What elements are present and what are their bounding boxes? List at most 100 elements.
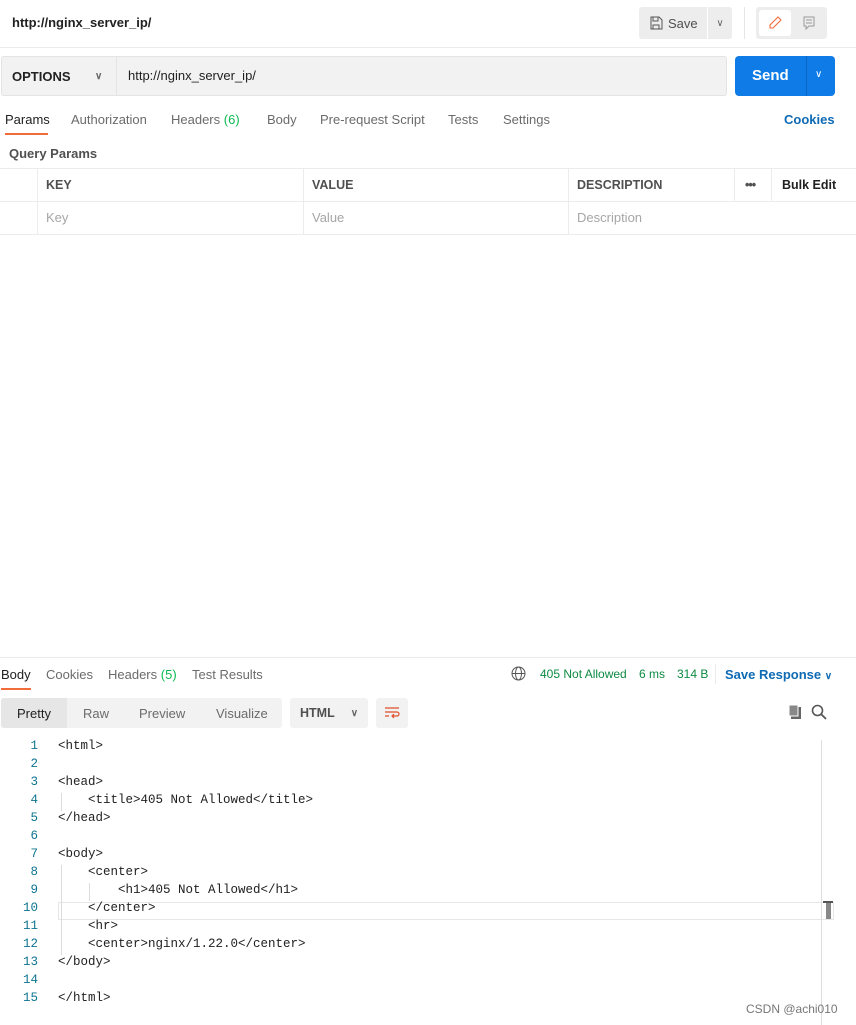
code-line: <center> bbox=[58, 865, 149, 879]
divider bbox=[37, 168, 38, 234]
comment-icon bbox=[803, 16, 815, 30]
bulk-edit-button[interactable]: Bulk Edit bbox=[782, 178, 836, 192]
tab-label: Headers bbox=[108, 667, 158, 682]
tab-body[interactable]: Body bbox=[267, 112, 297, 127]
code-line: </html> bbox=[58, 991, 111, 1005]
headers-count: (5) bbox=[160, 667, 177, 682]
line-number: 3 bbox=[30, 775, 38, 789]
tab-params[interactable]: Params bbox=[5, 112, 50, 127]
line-number: 7 bbox=[30, 847, 38, 861]
chevron-down-icon: ∨ bbox=[350, 707, 359, 719]
tab-authorization[interactable]: Authorization bbox=[71, 112, 147, 127]
send-label: Send bbox=[752, 67, 789, 84]
line-number: 2 bbox=[30, 757, 38, 771]
code-line: <body> bbox=[58, 847, 104, 861]
line-number: 5 bbox=[30, 811, 38, 825]
view-visualize[interactable]: Visualize bbox=[216, 706, 268, 721]
tab-pre-request-script[interactable]: Pre-request Script bbox=[320, 112, 425, 127]
status-code[interactable]: 405 Not Allowed bbox=[540, 667, 627, 681]
code-line: </head> bbox=[58, 811, 111, 825]
divider bbox=[0, 201, 856, 202]
active-tab-indicator bbox=[1, 688, 31, 690]
edit-mode-button[interactable] bbox=[759, 10, 791, 36]
response-tab-cookies[interactable]: Cookies bbox=[46, 667, 93, 682]
code-line: <title>405 Not Allowed</title> bbox=[58, 793, 314, 807]
divider bbox=[715, 664, 716, 684]
code-line: <head> bbox=[58, 775, 104, 789]
tab-headers[interactable]: Headers (6) bbox=[171, 112, 240, 127]
line-number: 10 bbox=[22, 901, 38, 915]
watermark: CSDN @achi010 bbox=[746, 1002, 838, 1016]
divider bbox=[734, 168, 735, 201]
save-button[interactable]: Save bbox=[639, 7, 707, 39]
line-number: 13 bbox=[22, 955, 38, 969]
line-number: 1 bbox=[30, 739, 38, 753]
save-icon bbox=[650, 16, 663, 30]
divider bbox=[744, 7, 745, 39]
chevron-down-icon: ∨ bbox=[716, 17, 724, 29]
response-size[interactable]: 314 B bbox=[677, 667, 708, 681]
cookies-link[interactable]: Cookies bbox=[784, 112, 835, 127]
save-label: Save bbox=[668, 15, 698, 31]
wrap-lines-button[interactable] bbox=[376, 698, 408, 728]
search-icon[interactable] bbox=[811, 704, 827, 720]
divider bbox=[0, 47, 856, 48]
code-line: <hr> bbox=[58, 919, 119, 933]
code-line: <center>nginx/1.22.0</center> bbox=[58, 937, 306, 951]
column-description: DESCRIPTION bbox=[577, 178, 663, 192]
column-value: VALUE bbox=[312, 178, 354, 192]
headers-count: (6) bbox=[223, 112, 240, 127]
format-select[interactable]: HTML ∨ bbox=[290, 698, 368, 728]
response-tab-body[interactable]: Body bbox=[1, 667, 31, 682]
method-select[interactable]: OPTIONS ∨ bbox=[1, 56, 117, 96]
save-response-label: Save Response bbox=[725, 667, 822, 682]
save-response-button[interactable]: Save Response ∨ bbox=[725, 667, 832, 682]
request-title[interactable]: http://nginx_server_ip/ bbox=[12, 15, 151, 30]
line-number: 14 bbox=[22, 973, 38, 987]
url-input[interactable]: http://nginx_server_ip/ bbox=[128, 68, 256, 83]
key-input[interactable]: Key bbox=[46, 210, 68, 225]
line-number: 4 bbox=[30, 793, 38, 807]
pencil-icon bbox=[769, 16, 782, 29]
comments-button[interactable] bbox=[795, 10, 823, 36]
globe-icon[interactable] bbox=[511, 666, 526, 681]
line-number: 9 bbox=[30, 883, 38, 897]
line-number: 12 bbox=[22, 937, 38, 951]
tab-settings[interactable]: Settings bbox=[503, 112, 550, 127]
tab-tests[interactable]: Tests bbox=[448, 112, 478, 127]
code-line: </center> bbox=[58, 901, 156, 915]
copy-icon[interactable] bbox=[787, 704, 803, 720]
line-number: 15 bbox=[22, 991, 38, 1005]
scroll-marker bbox=[826, 903, 831, 919]
value-input[interactable]: Value bbox=[312, 210, 344, 225]
current-line-highlight bbox=[58, 902, 834, 920]
active-tab-indicator bbox=[5, 133, 48, 135]
description-input[interactable]: Description bbox=[577, 210, 642, 225]
divider bbox=[568, 168, 569, 234]
save-dropdown-button[interactable]: ∨ bbox=[708, 7, 732, 39]
view-preview[interactable]: Preview bbox=[139, 706, 185, 721]
line-number: 8 bbox=[30, 865, 38, 879]
divider bbox=[771, 168, 772, 201]
chevron-down-icon: ∨ bbox=[824, 671, 833, 682]
divider bbox=[303, 168, 304, 234]
query-params-title: Query Params bbox=[9, 146, 98, 161]
format-label: HTML bbox=[300, 706, 335, 720]
response-tab-headers[interactable]: Headers (5) bbox=[108, 667, 177, 682]
response-tab-test-results[interactable]: Test Results bbox=[192, 667, 263, 682]
tab-label: Headers bbox=[171, 112, 221, 127]
view-raw[interactable]: Raw bbox=[83, 706, 109, 721]
send-button[interactable]: Send ∨ bbox=[735, 56, 835, 96]
code-line: </body> bbox=[58, 955, 111, 969]
pane-divider[interactable] bbox=[0, 657, 856, 658]
wrap-icon bbox=[385, 707, 400, 719]
divider bbox=[0, 168, 856, 169]
view-pretty[interactable]: Pretty bbox=[17, 706, 51, 721]
code-line: <h1>405 Not Allowed</h1> bbox=[58, 883, 299, 897]
response-time[interactable]: 6 ms bbox=[639, 667, 665, 681]
method-label: OPTIONS bbox=[12, 68, 71, 84]
more-options-icon[interactable]: ••• bbox=[745, 178, 756, 192]
line-number: 11 bbox=[22, 919, 38, 933]
chevron-down-icon[interactable]: ∨ bbox=[815, 69, 822, 80]
editor-scrollbar[interactable] bbox=[821, 740, 822, 1025]
